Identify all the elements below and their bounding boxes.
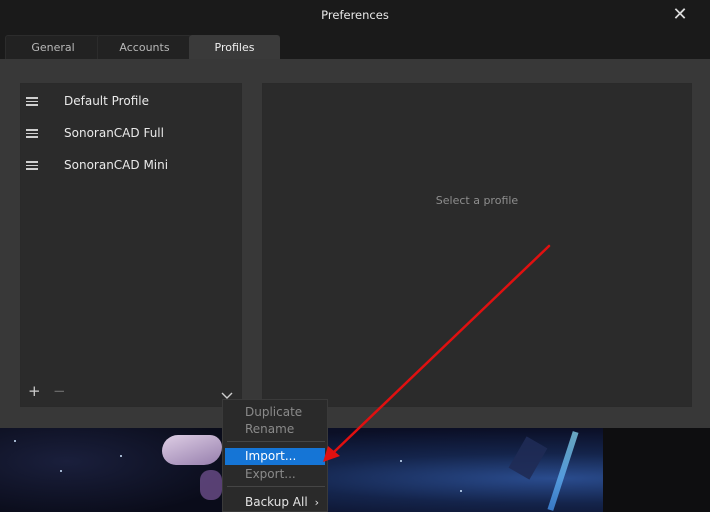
profile-detail-panel: Select a profile (262, 83, 692, 407)
remove-profile-button[interactable]: − (53, 384, 66, 399)
tab-profiles[interactable]: Profiles (189, 35, 280, 59)
profile-item-default[interactable]: Default Profile (21, 85, 241, 117)
menu-separator (227, 441, 325, 442)
preferences-dialog: Preferences ✕ General Accounts Profiles … (0, 0, 710, 428)
wallpaper-star (400, 460, 402, 462)
profile-options-button[interactable] (221, 386, 233, 399)
menu-item-export[interactable]: Export... (223, 466, 327, 483)
menu-item-label: Backup All (245, 495, 308, 509)
tab-general[interactable]: General (5, 35, 101, 59)
wallpaper-star (60, 470, 62, 472)
wallpaper-artwork-hand (162, 435, 222, 465)
select-profile-hint: Select a profile (435, 193, 519, 207)
close-icon: ✕ (672, 4, 688, 25)
window-title: Preferences (321, 8, 389, 22)
drag-handle-icon[interactable] (26, 97, 38, 106)
menu-item-rename[interactable]: Rename (223, 421, 327, 438)
tab-content: Default Profile SonoranCAD Full SonoranC… (0, 59, 710, 428)
drag-handle-icon[interactable] (26, 161, 38, 170)
title-bar[interactable]: Preferences ✕ (0, 0, 710, 30)
menu-item-duplicate[interactable]: Duplicate (223, 404, 327, 421)
profile-list: Default Profile SonoranCAD Full SonoranC… (20, 83, 242, 407)
profile-item-sonorancad-full[interactable]: SonoranCAD Full (21, 117, 241, 149)
tab-bar: General Accounts Profiles (0, 30, 710, 59)
tab-accounts[interactable]: Accounts (97, 35, 192, 59)
wallpaper-star (460, 490, 462, 492)
add-profile-button[interactable]: + (28, 384, 41, 399)
wallpaper-star (120, 455, 122, 457)
close-button[interactable]: ✕ (670, 5, 690, 25)
menu-separator (227, 486, 325, 487)
wallpaper-star (14, 440, 16, 442)
wallpaper-dark-right (603, 428, 710, 512)
profile-item-sonorancad-mini[interactable]: SonoranCAD Mini (21, 149, 241, 181)
profile-label: SonoranCAD Mini (64, 158, 169, 172)
menu-item-backup-all[interactable]: Backup All › (223, 494, 327, 511)
profile-context-menu: Duplicate Rename Import... Export... Bac… (222, 399, 328, 512)
menu-item-import[interactable]: Import... (225, 448, 325, 465)
wallpaper-artwork-detail (200, 470, 222, 500)
drag-handle-icon[interactable] (26, 129, 38, 138)
profile-label: Default Profile (64, 94, 149, 108)
submenu-arrow-icon: › (314, 496, 319, 509)
profile-label: SonoranCAD Full (64, 126, 164, 140)
